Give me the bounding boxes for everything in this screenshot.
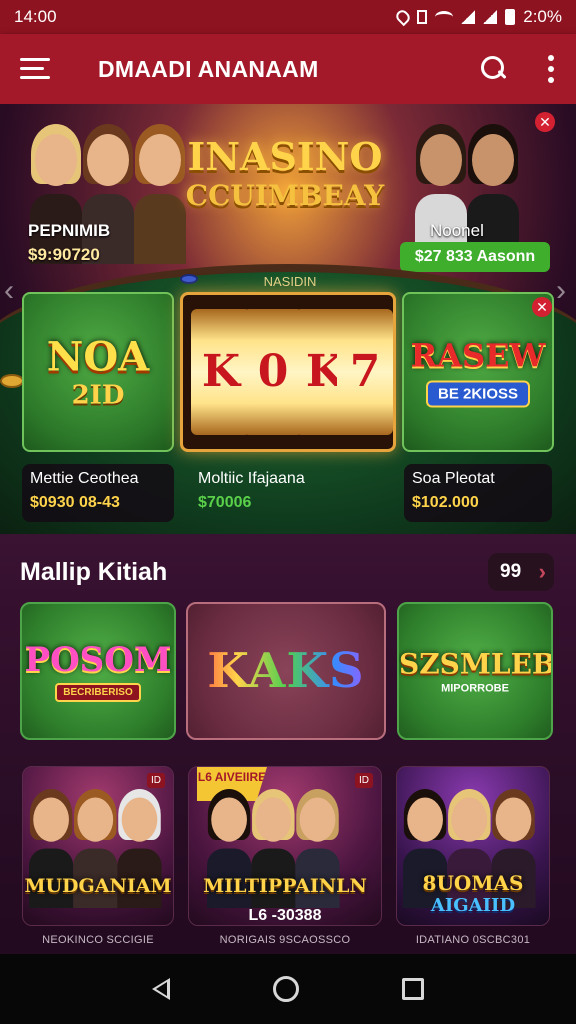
signal-icon	[461, 10, 476, 24]
system-nav-bar	[0, 954, 576, 1024]
promo-caption: NEOKINCO SCCIGIE	[42, 934, 154, 946]
hero-banner[interactable]: ‹ › ✕ INASINO CCUIMBEAY PEPNIMIB $9:9072…	[0, 104, 576, 534]
table-text: NASIDIN	[263, 274, 317, 289]
status-time: 14:00	[14, 7, 57, 26]
promo-card-1[interactable]: ID MUDGANIAM	[22, 766, 174, 926]
sim-icon	[417, 10, 428, 24]
menu-icon[interactable]	[20, 58, 50, 80]
nav-home-icon[interactable]	[272, 976, 299, 1002]
chevron-right-icon: ›	[538, 559, 546, 584]
nav-recent-icon[interactable]	[402, 978, 425, 1000]
close-icon[interactable]: ✕	[532, 297, 552, 317]
promo-caption: NORIGAIS 9SCAOSSCO	[219, 934, 351, 946]
game-tile-2[interactable]: KAKS	[186, 602, 386, 740]
hero-right-amount[interactable]: $27 833 Aasonn	[400, 242, 550, 272]
promo-card-3[interactable]: 8UOMAS AIGAIID	[396, 766, 550, 926]
app-title: DMAADI ANANAAM	[98, 55, 319, 82]
promo-badge: ID	[355, 773, 373, 788]
featured-game-3[interactable]: RASEW BE 2KIOSS	[402, 292, 554, 452]
promo-caption: IDATIANO 0SCBC301	[415, 934, 531, 946]
featured-game-1[interactable]: NOA 2ID	[22, 292, 174, 452]
section-see-all-button[interactable]: 99 ›	[488, 553, 554, 591]
battery-percent: 2:0%	[523, 7, 562, 26]
featured-game-2-info: Moltiic Ifajaana $70006	[198, 470, 305, 511]
location-icon	[394, 7, 413, 27]
close-icon[interactable]: ✕	[535, 112, 555, 132]
section-count: 99	[500, 561, 522, 582]
promo-card-2[interactable]: L6 AIVEIIRE ID MILTIPPAINLN L6 -30388	[188, 766, 382, 926]
game-tile-3[interactable]: SZSMLEB MIPORROBE	[397, 602, 553, 740]
wifi-icon	[435, 11, 454, 23]
status-icons: 2:0%	[394, 7, 562, 27]
section-title: Mallip Kitiah	[20, 558, 168, 586]
promo-badge: ID	[147, 773, 165, 788]
promo-subtitle: L6 -30388	[248, 907, 322, 924]
featured-game-1-info: Mettie Ceothea $0930 08-43	[22, 464, 174, 522]
game-tile-1[interactable]: POSOM BECRIBERISO	[20, 602, 176, 740]
hero-right-label: Noonel	[430, 221, 484, 240]
status-bar: 14:00 2:0%	[0, 0, 576, 34]
search-icon[interactable]	[480, 55, 508, 83]
hero-left-amount: $9:90720	[28, 245, 100, 264]
battery-icon	[505, 9, 516, 25]
signal-icon-2	[483, 10, 498, 24]
hero-left-label: PEPNIMIB	[28, 221, 111, 240]
app-bar: DMAADI ANANAAM	[0, 34, 576, 104]
chip-icon	[0, 374, 24, 388]
featured-game-2[interactable]: K 0 K 7	[180, 292, 396, 452]
nav-back-icon[interactable]	[151, 978, 170, 1000]
promo-title: MILTIPPAINLN	[203, 875, 367, 897]
chevron-left-icon[interactable]: ‹	[4, 274, 14, 308]
more-vert-icon[interactable]	[548, 55, 556, 83]
chevron-right-icon[interactable]: ›	[556, 274, 566, 308]
promo-title-2: AIGAIID	[430, 895, 516, 916]
featured-game-3-info: Soa Pleotat $102.000	[404, 464, 552, 522]
hero-title: INASINO CCUIMBEAY	[185, 134, 385, 212]
chip-icon	[180, 274, 198, 284]
promo-title: MUDGANIAM	[24, 875, 172, 897]
promo-title: 8UOMAS	[422, 871, 524, 895]
